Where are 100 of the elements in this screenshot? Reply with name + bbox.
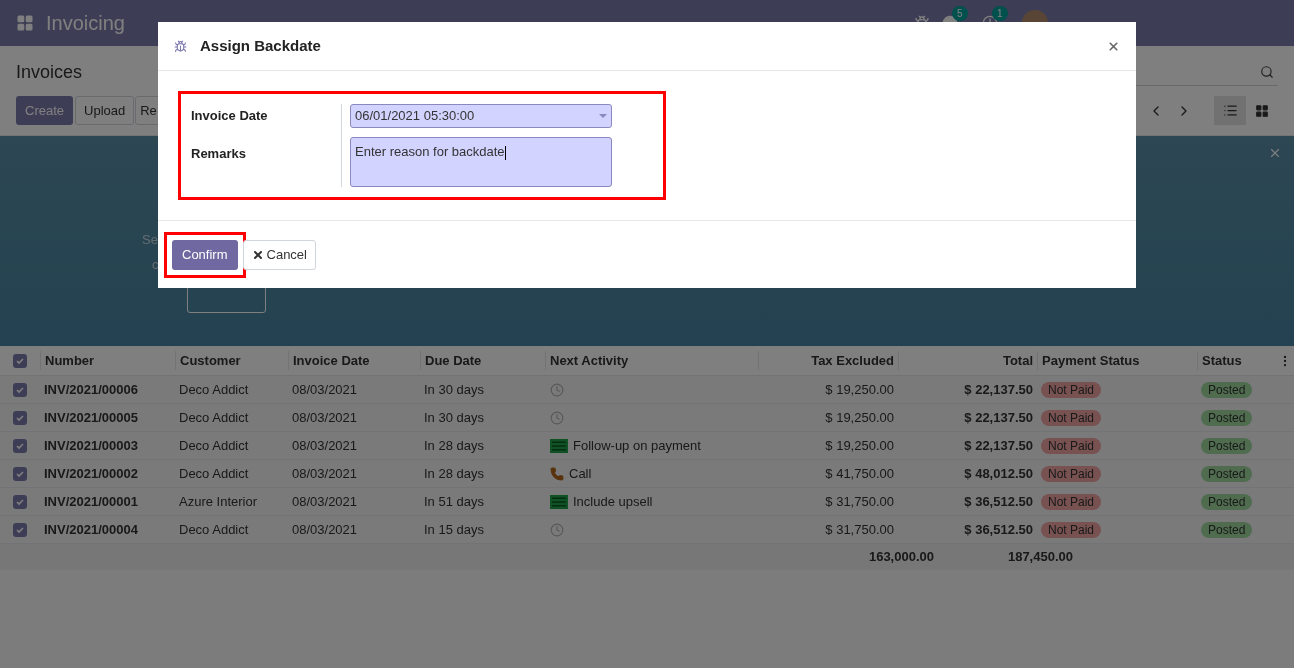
table-cell: Deco Addict — [179, 437, 249, 453]
toolbar-button[interactable]: Upload — [75, 96, 135, 125]
table-cell: $ 19,250.00 — [825, 437, 894, 453]
phone-icon — [550, 466, 564, 481]
table-cell: $ 19,250.00 — [825, 409, 894, 425]
payment-status-badge: Not Paid — [1041, 409, 1102, 426]
checkbox[interactable] — [13, 494, 27, 509]
table-cell: In 15 days — [424, 521, 484, 537]
close-icon — [251, 248, 264, 261]
dialog-title: Assign Backdate — [200, 35, 322, 56]
status-badge: Posted — [1201, 465, 1253, 482]
status-badge: Posted — [1201, 521, 1253, 538]
status-badge: Posted — [1201, 409, 1253, 426]
table-cell: In 51 days — [424, 493, 484, 509]
remarks-field[interactable]: Enter reason for backdate — [350, 137, 612, 187]
invoice-row[interactable]: INV/2021/00003 Deco Addict 08/03/2021 In 28 days Follow-up on payment $ 19,250.00 $ 22,137.50 Not Paid Posted — [0, 432, 1294, 460]
field-label: Remarks — [191, 144, 247, 163]
column-header[interactable]: Tax Excluded — [758, 350, 898, 371]
checkbox[interactable] — [13, 382, 27, 397]
table-cell: $ 22,137.50 — [964, 381, 1033, 397]
invoice-row[interactable]: INV/2021/00001 Azure Interior 08/03/2021 In 51 days Include upsell $ 31,750.00 $ 36,512.50 Not Paid Posted — [0, 488, 1294, 516]
close-icon[interactable] — [1107, 39, 1120, 53]
column-header[interactable]: Next Activity — [545, 350, 758, 371]
list-icon — [550, 438, 568, 453]
status-badge: Posted — [1201, 493, 1253, 510]
table-cell: $ 36,512.50 — [964, 493, 1033, 509]
close-icon[interactable] — [1268, 146, 1282, 160]
checkbox[interactable] — [13, 410, 27, 425]
checkbox[interactable] — [13, 522, 27, 537]
payment-status-badge: Not Paid — [1041, 381, 1102, 398]
invoice-row[interactable]: INV/2021/00006 Deco Addict 08/03/2021 In 30 days $ 19,250.00 $ 22,137.50 Not Paid Posted — [0, 376, 1294, 404]
bug-icon — [174, 39, 187, 53]
grid-icon — [1255, 103, 1269, 118]
invoice-row[interactable]: INV/2021/00002 Deco Addict 08/03/2021 In 28 days Call $ 41,750.00 $ 48,012.50 Not Paid Posted — [0, 460, 1294, 488]
table-cell: 08/03/2021 — [292, 409, 358, 425]
create-button[interactable]: Create — [16, 96, 74, 125]
clock-icon[interactable] — [550, 522, 564, 537]
check-icon — [15, 355, 25, 366]
list-view-button[interactable] — [1214, 96, 1246, 125]
column-header[interactable]: Number — [40, 350, 175, 371]
clock-icon[interactable] — [550, 410, 564, 425]
check-icon — [15, 524, 25, 535]
dropdown-caret-icon — [599, 114, 607, 118]
table-cell: Deco Addict — [179, 465, 249, 481]
search-icon[interactable] — [1260, 64, 1274, 79]
table-cell: INV/2021/00005 — [44, 409, 138, 425]
column-header[interactable]: Customer — [175, 350, 288, 371]
table-cell: INV/2021/00003 — [44, 437, 138, 453]
table-cell: INV/2021/00004 — [44, 521, 138, 537]
activity-label[interactable]: Call — [569, 463, 592, 484]
column-header[interactable]: Status — [1197, 350, 1278, 371]
table-cell: $ 22,137.50 — [964, 437, 1033, 453]
table-cell: $ 31,750.00 — [825, 493, 894, 509]
field-label: Invoice Date — [191, 107, 269, 125]
payment-status-badge: Not Paid — [1041, 493, 1102, 510]
confirm-button[interactable]: Confirm — [172, 239, 238, 270]
table-cell: INV/2021/00002 — [44, 465, 138, 481]
table-cell: Deco Addict — [179, 381, 249, 397]
column-header[interactable]: Due Date — [420, 350, 545, 371]
status-badge: Posted — [1201, 437, 1253, 454]
payment-status-badge: Not Paid — [1041, 465, 1102, 482]
invoice-row[interactable]: INV/2021/00005 Deco Addict 08/03/2021 In 30 days $ 19,250.00 $ 22,137.50 Not Paid Posted — [0, 404, 1294, 432]
activity-label[interactable]: Follow-up on payment — [573, 435, 701, 456]
table-cell: INV/2021/00006 — [44, 381, 138, 397]
total-cell: 163,000.00 — [868, 549, 934, 565]
check-icon — [15, 384, 25, 395]
table-cell: 08/03/2021 — [292, 493, 358, 509]
check-icon — [15, 412, 25, 423]
app-title[interactable]: Invoicing — [46, 8, 125, 38]
table-cell: $ 19,250.00 — [825, 381, 894, 397]
status-badge: Posted — [1201, 381, 1253, 398]
banner-text: Se — [142, 231, 158, 249]
column-header[interactable]: Payment Status — [1037, 350, 1197, 371]
cancel-button[interactable]: Cancel — [242, 239, 316, 270]
clock-icon[interactable] — [550, 382, 564, 397]
checkbox[interactable] — [13, 353, 27, 368]
table-cell: 08/03/2021 — [292, 381, 358, 397]
table-cell: 08/03/2021 — [292, 437, 358, 453]
check-icon — [15, 496, 25, 507]
table-cell: Deco Addict — [179, 521, 249, 537]
checkbox[interactable] — [13, 438, 27, 453]
apps-menu-icon[interactable] — [16, 14, 34, 32]
total-cell: 187,450.00 — [1007, 549, 1073, 565]
invoice-row[interactable]: INV/2021/00004 Deco Addict 08/03/2021 In 15 days $ 31,750.00 $ 36,512.50 Not Paid Posted — [0, 516, 1294, 544]
activity-label[interactable]: Include upsell — [573, 491, 653, 512]
table-cell: 08/03/2021 — [292, 465, 358, 481]
date-field[interactable]: 06/01/2021 05:30:00 — [350, 104, 612, 128]
table-cell: $ 22,137.50 — [964, 409, 1033, 425]
table-cell: Azure Interior — [179, 493, 258, 509]
list-icon — [550, 494, 568, 509]
column-header[interactable]: Total — [898, 350, 1037, 371]
check-icon — [15, 440, 25, 451]
count-badge: 1 — [992, 6, 1008, 21]
payment-status-badge: Not Paid — [1041, 521, 1102, 538]
table-cell: $ 36,512.50 — [964, 521, 1033, 537]
checkbox[interactable] — [13, 466, 27, 481]
table-cell: In 30 days — [424, 409, 484, 425]
table-cell: In 28 days — [424, 465, 484, 481]
column-header[interactable]: Invoice Date — [288, 350, 420, 371]
table-cell: INV/2021/00001 — [44, 493, 138, 509]
